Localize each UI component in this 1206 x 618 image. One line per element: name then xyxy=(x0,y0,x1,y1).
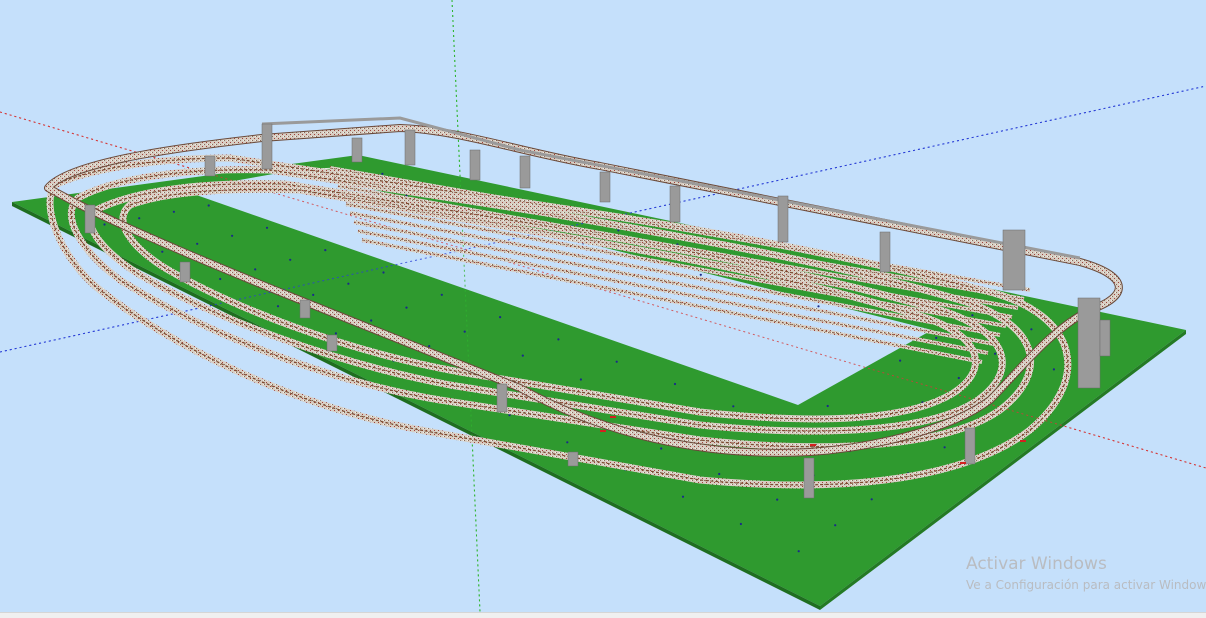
model-scene[interactable] xyxy=(0,0,1206,618)
board-dot xyxy=(673,382,677,386)
support-pillar xyxy=(1099,319,1111,357)
support-pillar xyxy=(261,123,273,170)
board-dot xyxy=(440,293,443,296)
board-dot xyxy=(617,229,620,232)
board-dot xyxy=(312,293,315,296)
board-dot xyxy=(254,268,257,271)
board-dot xyxy=(718,472,721,476)
support-pillar xyxy=(777,195,789,243)
board-dot xyxy=(161,250,164,253)
board-dot xyxy=(463,330,466,333)
support-pillar xyxy=(599,171,611,203)
board-dot xyxy=(732,405,735,408)
board-dot xyxy=(265,226,269,229)
board-dot xyxy=(231,234,234,237)
board-dot xyxy=(971,314,974,317)
board-dot xyxy=(943,446,946,449)
support-pillar xyxy=(326,334,338,352)
board-dot xyxy=(739,522,743,526)
board-dot xyxy=(405,306,408,309)
watermark-title: Activar Windows xyxy=(966,554,1107,574)
board-dot xyxy=(557,338,560,341)
board-dot xyxy=(324,249,327,252)
support-pillar xyxy=(469,149,481,181)
signal-marker xyxy=(960,462,966,464)
board-dot xyxy=(994,352,997,355)
board-dot xyxy=(899,359,902,362)
board-dot xyxy=(566,441,569,444)
support-pillar xyxy=(1077,297,1101,389)
3d-viewport[interactable]: Activar Windows Ve a Configuración para … xyxy=(0,0,1206,618)
activation-watermark: Activar Windows Ve a Configuración para … xyxy=(966,553,1206,593)
signal-marker xyxy=(610,416,616,418)
board-dot xyxy=(776,498,779,501)
board-dot xyxy=(138,217,141,220)
board-dot xyxy=(579,378,583,381)
board-dot xyxy=(826,404,829,408)
support-pillar xyxy=(179,261,191,283)
board-dot xyxy=(817,305,820,308)
status-bar xyxy=(0,612,1206,618)
board-dot xyxy=(334,332,337,335)
board-dot xyxy=(347,282,350,285)
signal-marker xyxy=(810,444,816,446)
board-dot xyxy=(521,354,524,357)
board-dot xyxy=(660,447,663,450)
support-pillar xyxy=(567,451,579,467)
board-dot xyxy=(289,258,292,261)
board-dot xyxy=(103,223,106,226)
board-dot xyxy=(276,305,280,308)
board-dot xyxy=(207,204,210,207)
support-pillar xyxy=(351,137,363,163)
board-dot xyxy=(957,376,960,380)
watermark-subtitle: Ve a Configuración para activar Windows. xyxy=(966,578,1206,592)
board-dot xyxy=(219,277,222,281)
support-pillar xyxy=(519,155,531,189)
board-dot xyxy=(499,316,502,319)
support-pillar xyxy=(404,129,416,166)
board-dot xyxy=(935,336,938,339)
support-pillar xyxy=(879,231,891,273)
board-dot xyxy=(834,524,837,527)
board-dot xyxy=(1030,328,1033,331)
board-dot xyxy=(870,498,873,501)
board-dot xyxy=(370,319,373,322)
support-pillar xyxy=(84,204,96,234)
support-pillar xyxy=(803,457,815,499)
board-dot xyxy=(381,172,384,175)
board-dot xyxy=(428,345,431,348)
board-dot xyxy=(699,273,702,276)
support-pillar xyxy=(964,427,976,465)
board-dot xyxy=(681,495,685,498)
support-pillar xyxy=(496,383,508,413)
support-pillar xyxy=(669,185,681,223)
board-dot xyxy=(615,360,618,363)
support-pillar xyxy=(299,299,311,319)
board-dot xyxy=(382,271,385,274)
signal-marker xyxy=(600,430,606,432)
support-pillar xyxy=(204,155,216,177)
board-dot xyxy=(1052,368,1055,371)
support-pillar xyxy=(1002,229,1026,291)
board-dot xyxy=(196,242,199,245)
board-dot xyxy=(797,550,800,553)
signal-marker xyxy=(1020,440,1026,442)
board-dot xyxy=(172,210,175,213)
